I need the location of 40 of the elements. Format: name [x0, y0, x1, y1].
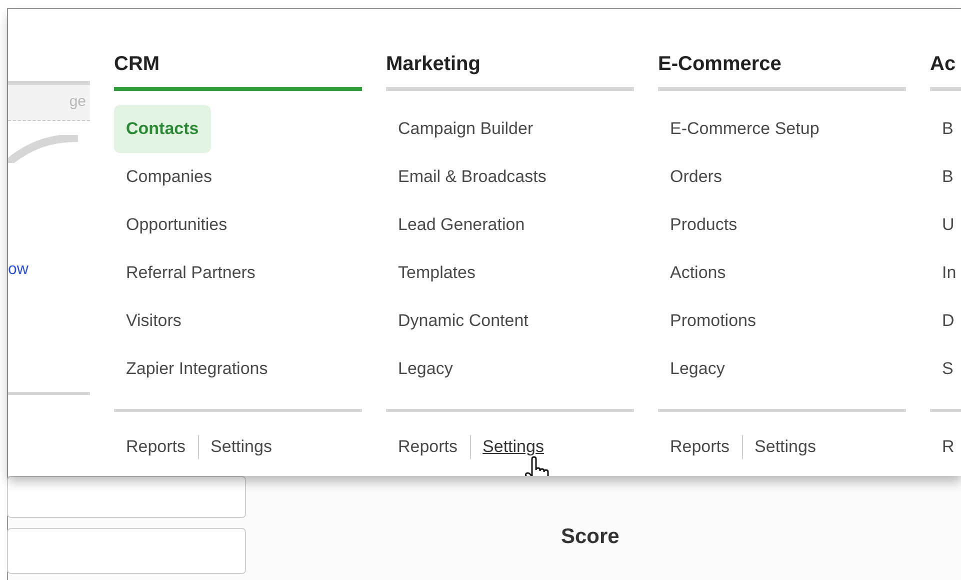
- menu-item[interactable]: Legacy: [658, 345, 737, 393]
- column-title: Ac: [930, 52, 957, 77]
- menu-item[interactable]: B: [930, 153, 961, 201]
- menu-item[interactable]: Contacts: [114, 105, 211, 153]
- link[interactable]: ow: [8, 258, 90, 282]
- menu-item[interactable]: D: [930, 297, 961, 345]
- menu-item[interactable]: Visitors: [114, 297, 194, 345]
- score-label: Score: [561, 524, 620, 550]
- footer-link[interactable]: Settings: [210, 434, 272, 460]
- menu-item[interactable]: Opportunities: [114, 201, 240, 249]
- footer-link[interactable]: Reports: [126, 434, 186, 460]
- menu-item[interactable]: E-Commerce Setup: [658, 105, 832, 153]
- menu-item[interactable]: Dynamic Content: [386, 297, 540, 345]
- footer-link[interactable]: R: [942, 434, 954, 460]
- menu-item[interactable]: Orders: [658, 153, 734, 201]
- menu-item[interactable]: Lead Generation: [386, 201, 537, 249]
- menu-item[interactable]: Campaign Builder: [386, 105, 546, 153]
- footer-link[interactable]: Settings: [482, 434, 544, 460]
- footer-link[interactable]: Reports: [398, 434, 458, 460]
- arc-drawing: [8, 135, 78, 163]
- menu-item[interactable]: In: [930, 249, 961, 297]
- menu-item[interactable]: Referral Partners: [114, 249, 268, 297]
- menu-item[interactable]: Products: [658, 201, 750, 249]
- column-title: E-Commerce: [658, 52, 782, 77]
- menu-item[interactable]: U: [930, 201, 961, 249]
- menu-item[interactable]: Companies: [114, 153, 224, 201]
- menu-item[interactable]: Actions: [658, 249, 738, 297]
- menu-item[interactable]: Legacy: [386, 345, 465, 393]
- input-field[interactable]: [7, 528, 246, 574]
- menu-item[interactable]: Email & Broadcasts: [386, 153, 558, 201]
- column-title: Marketing: [386, 52, 482, 77]
- footer-link[interactable]: Reports: [670, 434, 730, 460]
- column-title: CRM: [114, 52, 161, 77]
- menu-item[interactable]: Templates: [386, 249, 488, 297]
- menu-item[interactable]: S: [930, 345, 961, 393]
- menu-item[interactable]: Promotions: [658, 297, 768, 345]
- menu-item[interactable]: Zapier Integrations: [114, 345, 280, 393]
- input-field[interactable]: [7, 476, 246, 518]
- menu-item[interactable]: B: [930, 105, 961, 153]
- footer-link[interactable]: Settings: [754, 434, 816, 460]
